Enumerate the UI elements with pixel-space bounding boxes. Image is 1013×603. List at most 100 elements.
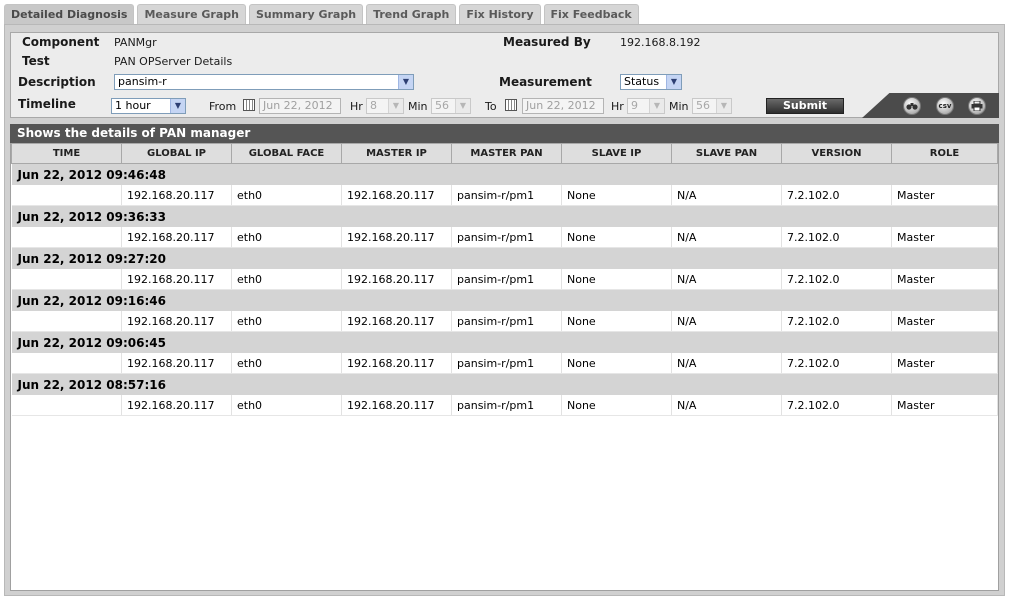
cell-slave-ip: None [561,353,672,374]
calendar-icon[interactable] [243,99,255,111]
tab-detailed-diagnosis[interactable]: Detailed Diagnosis [4,4,135,25]
chevron-down-icon: ▼ [398,75,413,89]
cell-master-ip: 192.168.20.117 [341,353,452,374]
print-icon[interactable] [968,97,986,115]
cell-slave-ip: None [561,311,672,332]
description-select[interactable]: pansim-r ▼ [114,74,414,90]
cell-master-pan: pansim-r/pm1 [451,311,562,332]
cell-master-pan: pansim-r/pm1 [451,353,562,374]
group-timestamp: Jun 22, 2012 09:27:20 [11,247,998,269]
to-date-value: Jun 22, 2012 [526,99,596,112]
cell-global-ip: 192.168.20.117 [121,353,232,374]
to-hr-select[interactable]: 9 ▼ [627,98,665,114]
cell-global-ip: 192.168.20.117 [121,227,232,248]
description-label: Description [18,75,96,89]
tab-bar: Detailed Diagnosis Measure Graph Summary… [4,4,639,25]
column-header-time[interactable]: TIME [11,143,122,164]
component-label: Component [22,35,100,49]
column-header-slave-ip[interactable]: SLAVE IP [561,143,672,164]
cell-slave-ip: None [561,269,672,290]
cell-slave-ip: None [561,185,672,206]
column-header-master-ip[interactable]: MASTER IP [341,143,452,164]
cell-time [11,353,122,374]
cell-version: 7.2.102.0 [781,311,892,332]
column-header-version[interactable]: VERSION [781,143,892,164]
cell-master-pan: pansim-r/pm1 [451,185,562,206]
cell-master-ip: 192.168.20.117 [341,227,452,248]
table-row: 192.168.20.117 eth0 192.168.20.117 pansi… [11,269,998,290]
column-header-slave-pan[interactable]: SLAVE PAN [671,143,782,164]
submit-button[interactable]: Submit [766,98,844,114]
component-value: PANMgr [114,36,157,49]
cell-role: Master [891,227,998,248]
cell-master-ip: 192.168.20.117 [341,311,452,332]
cell-global-face: eth0 [231,353,342,374]
tab-summary-graph[interactable]: Summary Graph [248,4,364,25]
calendar-icon[interactable] [505,99,517,111]
from-min-value: 56 [435,99,449,112]
cell-global-face: eth0 [231,269,342,290]
measurement-select-value: Status [624,75,660,88]
chevron-down-icon: ▼ [388,99,403,113]
cell-slave-pan: N/A [671,353,782,374]
from-hr-select[interactable]: 8 ▼ [366,98,404,114]
section-title: Shows the details of PAN manager [10,124,999,143]
time-group-row: Jun 22, 2012 09:16:46 [11,289,998,311]
cell-role: Master [891,185,998,206]
cell-global-face: eth0 [231,311,342,332]
to-min-select[interactable]: 56 ▼ [692,98,732,114]
cell-master-ip: 192.168.20.117 [341,395,452,416]
from-min-label: Min [408,100,428,113]
cell-global-face: eth0 [231,227,342,248]
time-group-row: Jun 22, 2012 09:06:45 [11,331,998,353]
group-timestamp: Jun 22, 2012 09:16:46 [11,289,998,311]
tab-measure-graph[interactable]: Measure Graph [137,4,246,25]
column-header-global-ip[interactable]: GLOBAL IP [121,143,232,164]
cell-time [11,185,122,206]
chevron-down-icon: ▼ [455,99,470,113]
group-timestamp: Jun 22, 2012 08:57:16 [11,373,998,395]
column-header-master-pan[interactable]: MASTER PAN [451,143,562,164]
csv-icon[interactable]: csv [936,97,954,115]
chevron-down-icon: ▼ [716,99,731,113]
from-min-select[interactable]: 56 ▼ [431,98,471,114]
column-header-role[interactable]: ROLE [891,143,998,164]
from-date-field[interactable]: Jun 22, 2012 [259,98,341,114]
cell-global-face: eth0 [231,185,342,206]
cell-time [11,227,122,248]
timeline-select[interactable]: 1 hour ▼ [111,98,186,114]
time-group-row: Jun 22, 2012 09:46:48 [11,163,998,185]
from-label: From [209,100,237,113]
details-table-container: TIME GLOBAL IP GLOBAL FACE MASTER IP MAS… [10,143,999,591]
time-group-row: Jun 22, 2012 09:36:33 [11,205,998,227]
cell-role: Master [891,269,998,290]
details-table: TIME GLOBAL IP GLOBAL FACE MASTER IP MAS… [11,143,998,416]
cell-master-pan: pansim-r/pm1 [451,395,562,416]
cell-global-ip: 192.168.20.117 [121,185,232,206]
chevron-down-icon: ▼ [170,99,185,113]
cell-slave-pan: N/A [671,227,782,248]
group-timestamp: Jun 22, 2012 09:36:33 [11,205,998,227]
from-hr-label: Hr [350,100,363,113]
binoculars-icon[interactable] [903,97,921,115]
tab-trend-graph[interactable]: Trend Graph [366,4,457,25]
cell-version: 7.2.102.0 [781,185,892,206]
tab-fix-history[interactable]: Fix History [459,4,541,25]
chevron-down-icon: ▼ [649,99,664,113]
to-hr-label: Hr [611,100,624,113]
tab-fix-feedback[interactable]: Fix Feedback [543,4,639,25]
to-min-value: 56 [696,99,710,112]
measurement-select[interactable]: Status ▼ [620,74,682,90]
cell-global-ip: 192.168.20.117 [121,269,232,290]
measured-by-label: Measured By [503,35,591,49]
cell-version: 7.2.102.0 [781,269,892,290]
test-value: PAN OPServer Details [114,55,233,68]
to-date-field[interactable]: Jun 22, 2012 [522,98,604,114]
cell-role: Master [891,311,998,332]
from-date-value: Jun 22, 2012 [263,99,333,112]
group-timestamp: Jun 22, 2012 09:46:48 [11,163,998,185]
time-group-row: Jun 22, 2012 09:27:20 [11,247,998,269]
column-header-global-face[interactable]: GLOBAL FACE [231,143,342,164]
cell-master-ip: 192.168.20.117 [341,269,452,290]
cell-slave-pan: N/A [671,311,782,332]
